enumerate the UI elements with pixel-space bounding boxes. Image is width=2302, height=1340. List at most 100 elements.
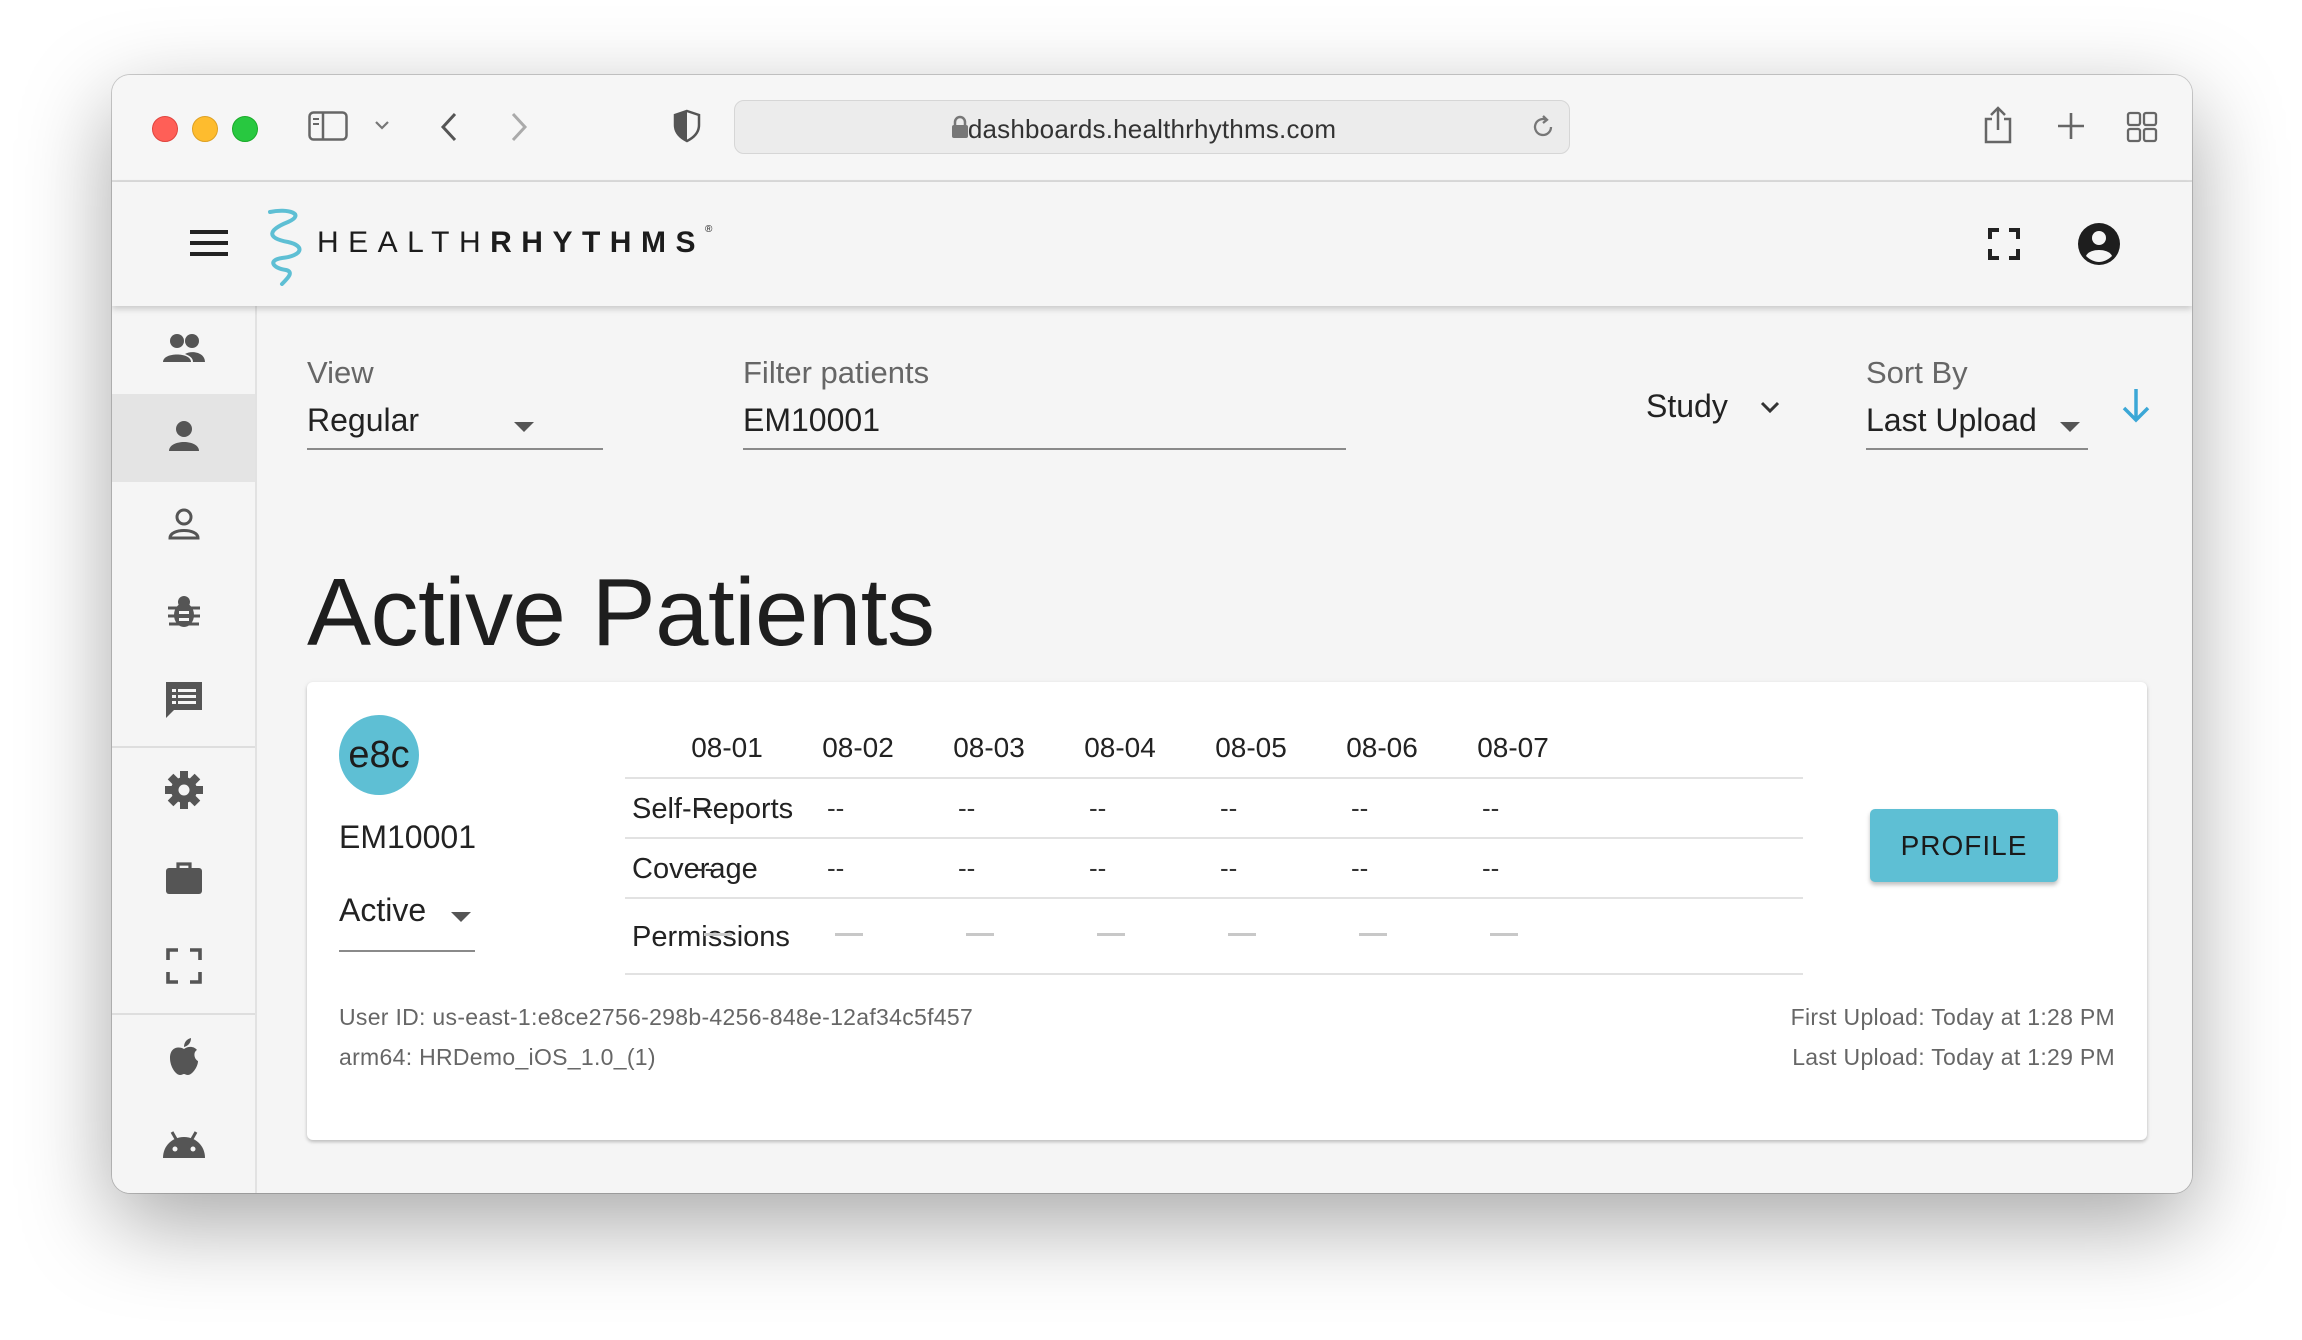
study-dropdown[interactable]: Study — [1646, 388, 1728, 425]
privacy-shield-icon[interactable] — [672, 109, 702, 143]
back-icon[interactable] — [438, 111, 460, 143]
first-upload-text: First Upload: Today at 1:28 PM — [1790, 1004, 2115, 1030]
browser-toolbar: dashboards.healthrhythms.com — [112, 75, 2192, 182]
tab-overview-icon[interactable] — [2126, 111, 2158, 143]
date-header: 08-01 — [691, 732, 763, 763]
date-header: 08-04 — [1084, 732, 1156, 763]
account-icon[interactable] — [2077, 222, 2121, 266]
sidebar-item-patients[interactable] — [112, 394, 255, 482]
sidebar-item-groups[interactable] — [112, 306, 255, 394]
coverage-cell: -- — [1089, 853, 1107, 883]
grid-divider — [625, 837, 1803, 839]
date-header: 08-05 — [1215, 732, 1287, 763]
caret-down-icon[interactable] — [2060, 419, 2080, 437]
reload-icon[interactable] — [1529, 113, 1557, 146]
date-header: 08-06 — [1346, 732, 1418, 763]
logo-light: HEALTH — [317, 226, 491, 259]
fullscreen-icon[interactable] — [1988, 228, 2020, 260]
feedback-list-icon — [164, 680, 204, 725]
new-tab-icon[interactable] — [2056, 111, 2086, 141]
date-header: 08-02 — [822, 732, 894, 763]
zoom-window-button[interactable] — [232, 116, 258, 142]
row-label-permissions: Permissions — [632, 921, 790, 953]
gear-icon — [164, 770, 204, 815]
patient-id: EM10001 — [339, 819, 476, 855]
sort-select[interactable]: Last Upload — [1866, 402, 2037, 439]
sidebar-item-debug[interactable] — [112, 570, 255, 658]
view-select[interactable]: Regular — [307, 402, 419, 439]
chevron-down-icon[interactable] — [1759, 400, 1781, 419]
sidebar-item-settings[interactable] — [112, 748, 255, 836]
grid-divider — [625, 897, 1803, 899]
healthrhythms-logo-text[interactable]: HEALTHRHYTHMS® — [317, 224, 712, 260]
view-label: View — [307, 355, 374, 390]
page-title: Active Patients — [307, 559, 935, 666]
coverage-cell: -- — [958, 853, 976, 883]
avatar: e8c — [339, 715, 419, 795]
coverage-cell: -- — [1482, 853, 1500, 883]
permission-indicator — [1490, 933, 1518, 936]
row-label-coverage: Coverage — [632, 853, 758, 885]
caret-down-icon[interactable] — [451, 909, 471, 927]
android-icon — [161, 1130, 207, 1165]
last-upload-text: Last Upload: Today at 1:29 PM — [1792, 1044, 2115, 1070]
self-reports-cell: -- — [696, 793, 714, 823]
sidebar-item-fullscreen[interactable] — [112, 924, 255, 1012]
healthrhythms-logo-mark — [258, 206, 312, 286]
sidebar — [112, 306, 257, 1193]
caret-down-icon[interactable] — [514, 419, 534, 437]
filter-label: Filter patients — [743, 355, 930, 390]
grid-divider — [625, 973, 1803, 975]
coverage-cell: -- — [827, 853, 845, 883]
patient-card: e8c EM10001 Active 08-01 08-02 08-03 08-… — [307, 682, 2147, 1140]
profile-button[interactable]: PROFILE — [1870, 809, 2058, 882]
sidebar-item-studies[interactable] — [112, 836, 255, 924]
sidebar-item-feedback[interactable] — [112, 658, 255, 746]
share-icon[interactable] — [1982, 105, 2014, 145]
main-content: View Regular Filter patients EM10001 Stu… — [257, 306, 2192, 1193]
filter-underline — [743, 448, 1346, 450]
permission-indicator — [1228, 933, 1256, 936]
sidebar-item-ios[interactable] — [112, 1015, 255, 1103]
forward-icon[interactable] — [508, 111, 530, 143]
self-reports-cell: -- — [1351, 793, 1369, 823]
sort-direction-icon[interactable] — [2119, 386, 2153, 429]
fullscreen-icon — [165, 947, 202, 989]
grid-divider — [625, 777, 1803, 779]
person-icon — [167, 419, 201, 458]
briefcase-icon — [164, 860, 204, 901]
coverage-cell: -- — [696, 853, 714, 883]
app-header: HEALTHRHYTHMS® — [112, 182, 2192, 306]
user-id-text: User ID: us-east-1:e8ce2756-298b-4256-84… — [339, 1004, 974, 1030]
permission-indicator — [1097, 933, 1125, 936]
person-outline-icon — [167, 507, 201, 546]
self-reports-cell: -- — [1089, 793, 1107, 823]
close-window-button[interactable] — [152, 116, 178, 142]
apple-icon — [167, 1037, 201, 1082]
self-reports-cell: -- — [1220, 793, 1238, 823]
sidebar-item-android[interactable] — [112, 1103, 255, 1191]
logo-bold: RHYTHMS — [490, 226, 705, 259]
address-bar[interactable]: dashboards.healthrhythms.com — [734, 100, 1570, 154]
sort-underline — [1866, 448, 2088, 450]
browser-window: dashboards.healthrhythms.com HEALTHRHYTH… — [112, 75, 2192, 1193]
filter-patients-input[interactable]: EM10001 — [743, 402, 880, 439]
self-reports-cell: -- — [1482, 793, 1500, 823]
menu-icon[interactable] — [190, 229, 228, 257]
status-underline — [339, 950, 475, 952]
date-header: 08-07 — [1477, 732, 1549, 763]
sidebar-item-users[interactable] — [112, 482, 255, 570]
permission-indicator — [704, 933, 732, 936]
self-reports-cell: -- — [958, 793, 976, 823]
permission-indicator — [1359, 933, 1387, 936]
url-text: dashboards.healthrhythms.com — [967, 114, 1337, 144]
date-header: 08-03 — [953, 732, 1025, 763]
device-text: arm64: HRDemo_iOS_1.0_(1) — [339, 1044, 656, 1070]
sort-label: Sort By — [1866, 355, 1968, 390]
bug-icon — [166, 594, 202, 635]
minimize-window-button[interactable] — [192, 116, 218, 142]
chevron-down-icon[interactable] — [374, 119, 390, 131]
sidebar-toggle-icon[interactable] — [308, 111, 348, 141]
permission-indicator — [835, 933, 863, 936]
status-select[interactable]: Active — [339, 892, 426, 929]
